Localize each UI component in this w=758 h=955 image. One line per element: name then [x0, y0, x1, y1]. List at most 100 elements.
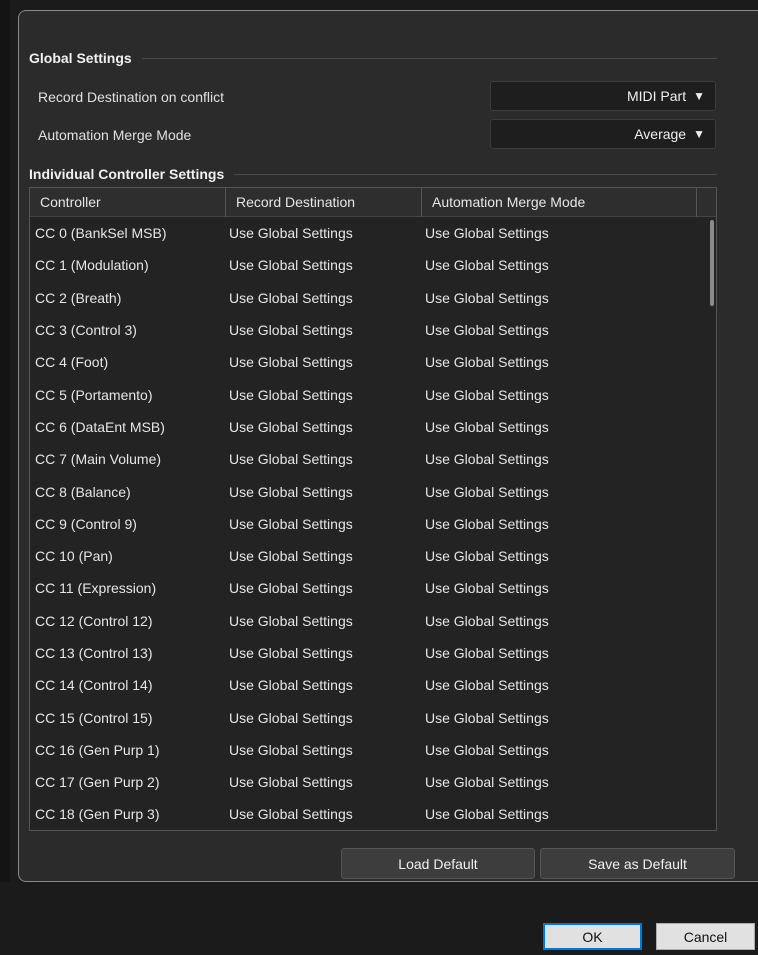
controller-cell: CC 0 (BankSel MSB) — [35, 225, 167, 242]
controller-cell: CC 15 (Control 15) — [35, 709, 153, 726]
record-destination-cell[interactable]: Use Global Settings — [226, 645, 422, 661]
table-row[interactable]: CC 3 (Control 3) Use Global Settings Use G… — [30, 314, 704, 346]
column-header-automation-merge-mode[interactable]: Automation Merge Mode — [422, 188, 697, 217]
automation-merge-mode-cell[interactable]: Use Global Settings — [422, 806, 682, 822]
controller-cell: CC 11 (Expression) — [35, 580, 157, 597]
record-destination-cell[interactable]: Use Global Settings — [226, 322, 422, 338]
global-settings-title: Global Settings — [29, 50, 132, 66]
table-header: Controller Record Destination Automation… — [30, 188, 716, 217]
controller-cell: CC 12 (Control 12) — [35, 612, 153, 629]
automation-merge-mode-cell[interactable]: Use Global Settings — [422, 677, 682, 693]
controller-cell: CC 5 (Portamento) — [35, 386, 153, 403]
ok-button[interactable]: OK — [543, 923, 642, 950]
table-row[interactable]: CC 10 (Pan) Use Global Settings Use Global… — [30, 540, 704, 572]
table-row[interactable]: CC 13 (Control 13) Use Global Settings Use… — [30, 637, 704, 669]
record-destination-cell[interactable]: Use Global Settings — [226, 225, 422, 241]
record-destination-cell[interactable]: Use Global Settings — [226, 677, 422, 693]
table-row[interactable]: CC 12 (Control 12) Use Global Settings Use… — [30, 605, 704, 637]
controller-cell: CC 16 (Gen Purp 1) — [35, 741, 160, 758]
controller-cell: CC 1 (Modulation) — [35, 257, 149, 274]
automation-merge-mode-cell[interactable]: Use Global Settings — [422, 419, 682, 435]
record-destination-cell[interactable]: Use Global Settings — [226, 580, 422, 596]
record-destination-cell[interactable]: Use Global Settings — [226, 516, 422, 532]
automation-merge-mode-cell[interactable]: Use Global Settings — [422, 257, 682, 273]
automation-merge-mode-cell[interactable]: Use Global Settings — [422, 354, 682, 370]
table-row[interactable]: CC 18 (Gen Purp 3) Use Global Settings Use… — [30, 798, 704, 830]
global-settings-header: Global Settings — [29, 48, 717, 68]
record-destination-cell[interactable]: Use Global Settings — [226, 484, 422, 500]
automation-merge-mode-cell[interactable]: Use Global Settings — [422, 322, 682, 338]
record-destination-cell[interactable]: Use Global Settings — [226, 451, 422, 467]
automation-merge-mode-cell[interactable]: Use Global Settings — [422, 580, 682, 596]
table-row[interactable]: CC 11 (Expression) Use Global Settings Use… — [30, 572, 704, 604]
automation-merge-mode-cell[interactable]: Use Global Settings — [422, 774, 682, 790]
controller-cell: CC 13 (Control 13) — [35, 645, 153, 661]
record-destination-cell[interactable]: Use Global Settings — [226, 257, 422, 273]
controller-cell: CC 10 (Pan) — [35, 548, 113, 565]
table-row[interactable]: CC 5 (Portamento) Use Global Settings Use … — [30, 378, 704, 410]
automation-merge-mode-cell[interactable]: Use Global Settings — [422, 290, 682, 306]
record-destination-cell[interactable]: Use Global Settings — [226, 387, 422, 403]
automation-merge-mode-cell[interactable]: Use Global Settings — [422, 516, 682, 532]
record-destination-label: Record Destination on conflict — [38, 89, 224, 105]
automation-merge-mode-cell[interactable]: Use Global Settings — [422, 225, 682, 241]
record-destination-dropdown[interactable]: MIDI Part ▼ — [490, 81, 716, 111]
record-destination-value: MIDI Part — [626, 88, 687, 104]
automation-merge-mode-cell[interactable]: Use Global Settings — [422, 742, 682, 758]
record-destination-cell[interactable]: Use Global Settings — [226, 774, 422, 790]
record-destination-cell[interactable]: Use Global Settings — [226, 548, 422, 564]
caret-down-icon: ▼ — [693, 127, 705, 141]
caret-down-icon: ▼ — [693, 89, 705, 103]
table-row[interactable]: CC 1 (Modulation) Use Global Settings Use … — [30, 249, 704, 281]
controller-table: Controller Record Destination Automation… — [29, 187, 717, 831]
record-destination-cell[interactable]: Use Global Settings — [226, 710, 422, 726]
controller-cell: CC 17 (Gen Purp 2) — [35, 774, 160, 791]
automation-merge-mode-cell[interactable]: Use Global Settings — [422, 387, 682, 403]
cancel-button[interactable]: Cancel — [656, 923, 755, 950]
automation-merge-mode-dropdown[interactable]: Average ▼ — [490, 119, 716, 149]
window-edge — [0, 0, 10, 955]
table-row[interactable]: CC 2 (Breath) Use Global Settings Use Glob… — [30, 282, 704, 314]
automation-merge-mode-label: Automation Merge Mode — [38, 127, 192, 143]
controller-cell: CC 7 (Main Volume) — [35, 451, 162, 468]
record-destination-cell[interactable]: Use Global Settings — [226, 742, 422, 758]
automation-merge-mode-cell[interactable]: Use Global Settings — [422, 451, 682, 467]
table-row[interactable]: CC 7 (Main Volume) Use Global Settings Use… — [30, 443, 704, 475]
record-destination-cell[interactable]: Use Global Settings — [226, 290, 422, 306]
individual-settings-title: Individual Controller Settings — [29, 166, 225, 182]
table-row[interactable]: CC 8 (Balance) Use Global Settings Use Glo… — [30, 475, 704, 507]
column-header-record-destination[interactable]: Record Destination — [226, 188, 422, 217]
controller-cell: CC 6 (DataEnt MSB) — [35, 418, 165, 435]
automation-merge-mode-cell[interactable]: Use Global Settings — [422, 548, 682, 564]
table-row[interactable]: CC 4 (Foot) Use Global Settings Use Global… — [30, 346, 704, 378]
table-body: CC 0 (BankSel MSB) Use Global Settings Use… — [30, 217, 704, 830]
automation-merge-mode-cell[interactable]: Use Global Settings — [422, 645, 682, 661]
individual-settings-header: Individual Controller Settings — [29, 164, 717, 184]
automation-merge-mode-cell[interactable]: Use Global Settings — [422, 613, 682, 629]
divider — [141, 57, 717, 59]
automation-merge-mode-cell[interactable]: Use Global Settings — [422, 710, 682, 726]
table-row[interactable]: CC 17 (Gen Purp 2) Use Global Settings Use… — [30, 766, 704, 798]
table-row[interactable]: CC 15 (Control 15) Use Global Settings Use… — [30, 701, 704, 733]
table-row[interactable]: CC 9 (Control 9) Use Global Settings Use G… — [30, 508, 704, 540]
record-destination-cell[interactable]: Use Global Settings — [226, 419, 422, 435]
column-header-controller[interactable]: Controller — [30, 188, 226, 217]
dialog-footer — [0, 882, 758, 955]
table-row[interactable]: CC 0 (BankSel MSB) Use Global Settings Use… — [30, 217, 704, 249]
table-row[interactable]: CC 14 (Control 14) Use Global Settings Use… — [30, 669, 704, 701]
controller-cell: CC 18 (Gen Purp 3) — [35, 806, 160, 823]
controller-cell: CC 14 (Control 14) — [35, 677, 153, 694]
controller-cell: CC 2 (Breath) — [35, 289, 122, 306]
load-default-button[interactable]: Load Default — [341, 848, 535, 879]
vertical-scrollbar[interactable] — [710, 220, 714, 306]
automation-merge-mode-value: Average — [634, 126, 687, 142]
record-destination-cell[interactable]: Use Global Settings — [226, 613, 422, 629]
save-as-default-button[interactable]: Save as Default — [540, 848, 735, 879]
automation-merge-mode-cell[interactable]: Use Global Settings — [422, 484, 682, 500]
table-row[interactable]: CC 16 (Gen Purp 1) Use Global Settings Use… — [30, 734, 704, 766]
table-row[interactable]: CC 6 (DataEnt MSB) Use Global Settings Use… — [30, 411, 704, 443]
record-destination-cell[interactable]: Use Global Settings — [226, 806, 422, 822]
record-destination-cell[interactable]: Use Global Settings — [226, 354, 422, 370]
divider — [234, 173, 717, 175]
controller-cell: CC 8 (Balance) — [35, 483, 131, 500]
